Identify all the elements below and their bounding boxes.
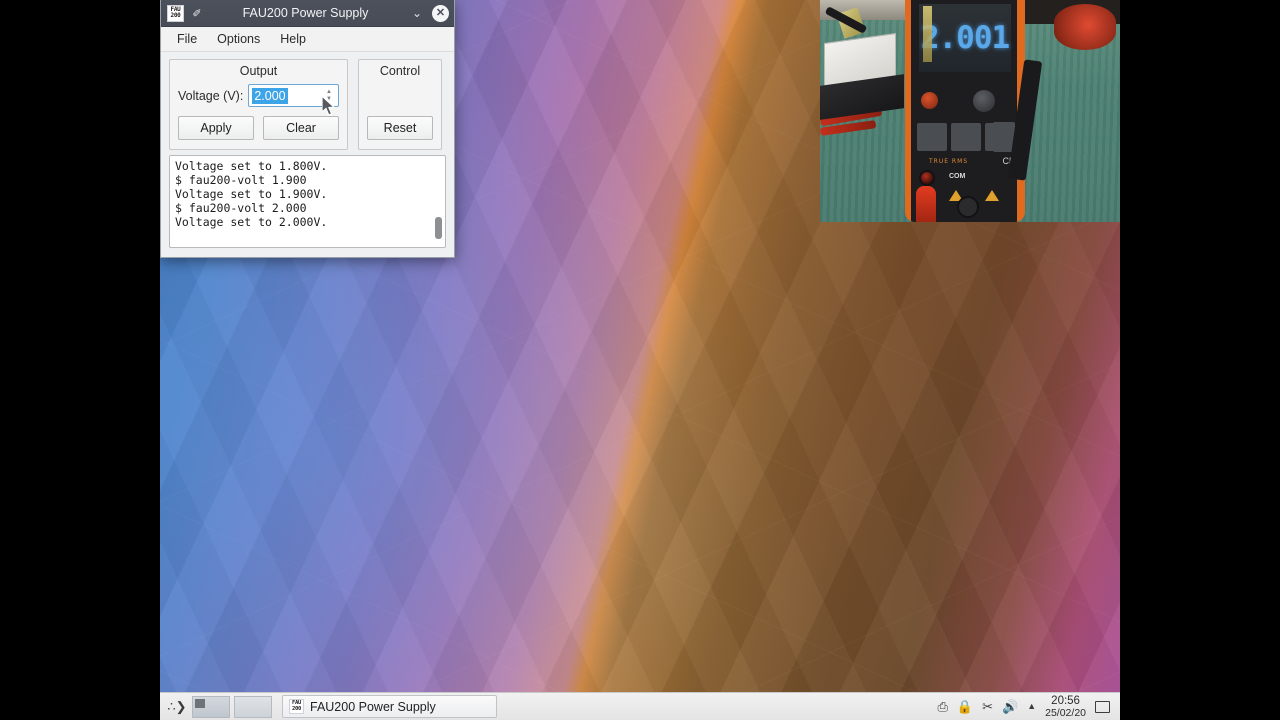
menu-file[interactable]: File [167,29,207,49]
control-buttons: Reset [367,116,433,140]
spin-down-icon[interactable]: ▼ [326,96,332,103]
key-hz [917,123,947,151]
console-scrollbar[interactable] [435,159,442,244]
task-app-icon: FAU 200 [289,699,304,714]
red-wire-reel-icon [1054,4,1116,50]
clock-date: 25/02/20 [1045,706,1086,719]
console-output[interactable]: Voltage set to 1.800V. $ fau200-volt 1.9… [169,155,446,248]
task-list: FAU 200 FAU200 Power Supply [282,695,497,718]
volume-icon[interactable]: 🔊 [1002,700,1018,713]
application-launcher-icon[interactable]: ∴❯ [164,695,190,719]
screen: 2.001 TRUE RMS CE COM FAU 200 ✐ FAU200 P… [0,0,1280,720]
function-knob [973,90,995,112]
window-title: FAU200 Power Supply [242,6,369,20]
apply-button[interactable]: Apply [178,116,254,140]
jack-positive [919,170,935,186]
app-window[interactable]: FAU 200 ✐ FAU200 Power Supply ⌄ ✕ File O… [160,0,455,258]
jack-com [957,196,979,218]
key-range [993,122,1015,135]
output-group: Output Voltage (V): 2.000 ▲ ▼ Apply Clea… [169,59,348,150]
pager-desktop-2[interactable] [234,695,272,718]
menu-help[interactable]: Help [270,29,316,49]
display-icon[interactable]: ⎙ [938,700,948,713]
panels-container: Output Voltage (V): 2.000 ▲ ▼ Apply Clea… [161,52,454,155]
taskbar[interactable]: ∴❯ FAU 200 FAU200 Power Supply ⎙ 🔒 ✂ 🔊 ▲ [160,692,1120,720]
show-hidden-icon[interactable]: ▲ [1027,702,1036,711]
voltage-spinbox[interactable]: 2.000 ▲ ▼ [248,84,339,107]
control-group: Control Reset [358,59,442,150]
shade-chevron-down-icon[interactable]: ⌄ [406,6,428,20]
multimeter-display: 2.001 [919,4,1011,72]
lock-icon[interactable]: 🔒 [957,700,973,713]
clipboard-scissors-icon[interactable]: ✂ [982,700,993,713]
output-group-title: Output [239,64,278,78]
desktop-pager[interactable] [192,695,272,718]
task-icon-line2: 200 [291,705,302,712]
spin-up-icon[interactable]: ▲ [326,89,332,96]
clock-time: 20:56 [1051,694,1080,707]
pager-window-thumb [195,698,205,708]
window-titlebar[interactable]: FAU 200 ✐ FAU200 Power Supply ⌄ ✕ [161,0,454,27]
system-tray[interactable]: ⎙ 🔒 ✂ 🔊 ▲ 20:56 25/02/20 [938,695,1116,719]
task-button-fau200[interactable]: FAU 200 FAU200 Power Supply [282,695,497,718]
close-icon[interactable]: ✕ [432,4,449,22]
clear-button[interactable]: Clear [263,116,339,140]
menu-options[interactable]: Options [207,29,270,49]
multimeter-reading: 2.001 [920,20,1010,56]
webcam-overlay[interactable]: 2.001 TRUE RMS CE COM [820,0,1120,222]
pager-desktop-1[interactable] [192,695,230,718]
true-rms-label: TRUE RMS [929,158,969,165]
range-hold-button [921,92,938,109]
show-desktop-icon[interactable] [1095,700,1110,713]
task-button-label: FAU200 Power Supply [310,699,436,714]
voltage-input[interactable]: 2.000 [252,87,288,104]
console-text: Voltage set to 1.800V. $ fau200-volt 1.9… [175,159,328,229]
spinbox-arrows[interactable]: ▲ ▼ [322,86,336,105]
red-probe [916,186,936,222]
control-group-title: Control [379,64,421,78]
app-icon-line2: 200 [170,12,181,19]
clock[interactable]: 20:56 25/02/20 [1045,695,1086,719]
voltage-label: Voltage (V): [178,88,244,103]
output-buttons: Apply Clear [178,116,339,140]
display-glare [923,6,932,62]
voltage-row: Voltage (V): 2.000 ▲ ▼ [178,84,339,107]
app-icon: FAU 200 [167,4,184,22]
console-scrollbar-thumb[interactable] [435,217,442,239]
warning-triangle-icon-2 [985,190,999,201]
key-mode [951,123,981,151]
control-spacer [367,84,433,116]
menubar[interactable]: File Options Help [161,27,454,52]
com-label: COM [949,173,966,180]
pin-icon[interactable]: ✐ [189,7,205,20]
reset-button[interactable]: Reset [367,116,433,140]
